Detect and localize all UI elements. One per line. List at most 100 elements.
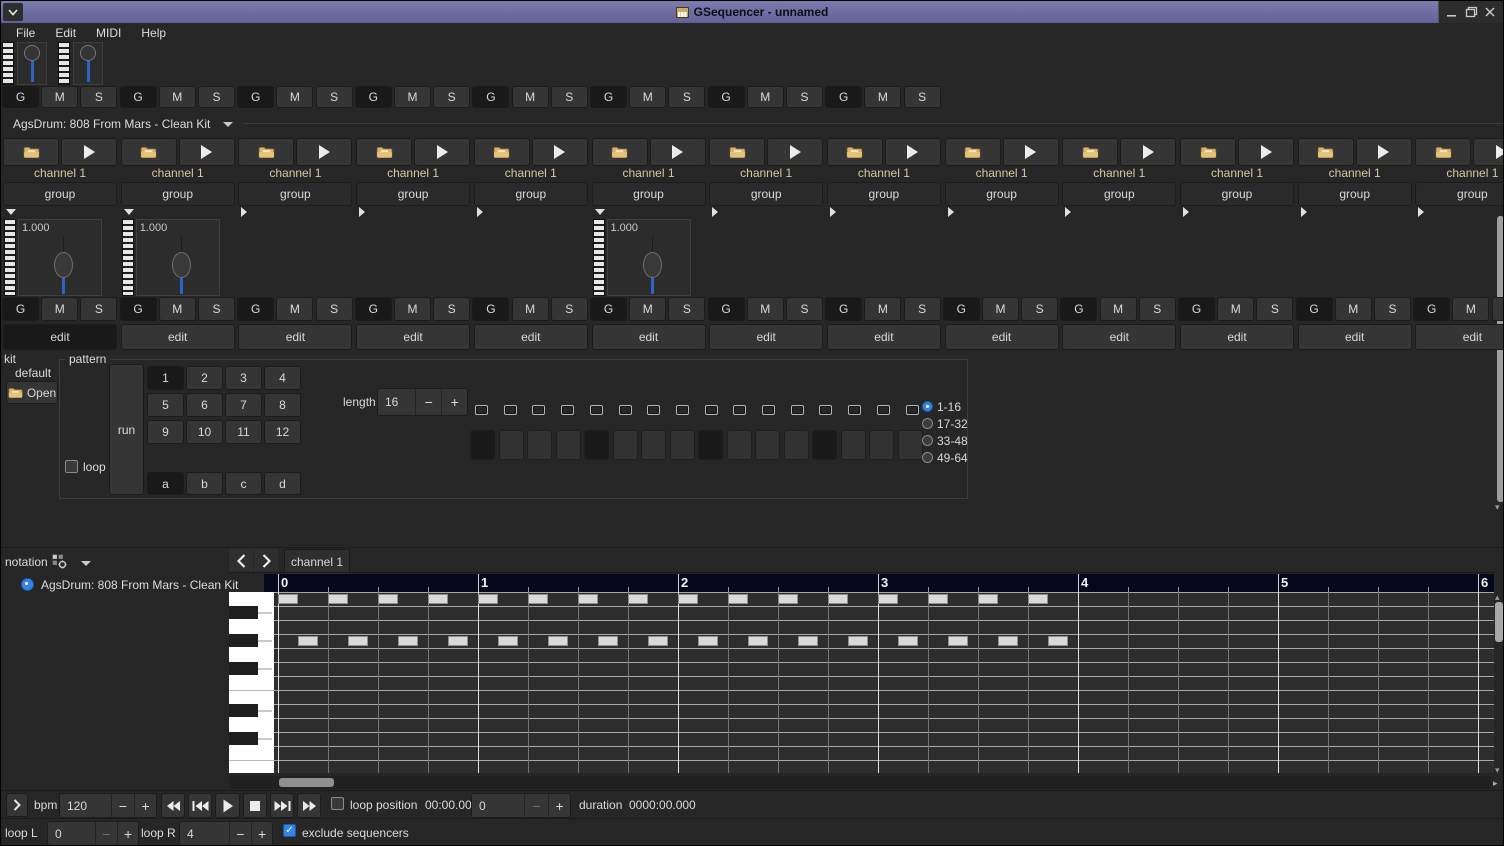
note[interactable] bbox=[648, 636, 668, 646]
loop-right-decrement-button[interactable]: − bbox=[229, 822, 252, 845]
bpm-spinbox: 120 − + bbox=[59, 793, 157, 818]
ruler-number: 6 bbox=[1481, 575, 1488, 590]
skip-start-icon bbox=[192, 800, 209, 812]
play-button[interactable] bbox=[215, 793, 240, 818]
ruler-number: 3 bbox=[881, 575, 888, 590]
loop-left-label: loop L bbox=[5, 826, 38, 840]
key-groove bbox=[258, 710, 272, 712]
note[interactable] bbox=[878, 594, 898, 604]
position-decrement-button[interactable]: − bbox=[524, 794, 548, 817]
note[interactable] bbox=[798, 636, 818, 646]
notation-machine-dropdown[interactable] bbox=[81, 561, 91, 566]
stop-button[interactable] bbox=[243, 793, 267, 818]
ruler-major-tick bbox=[278, 574, 279, 592]
notation-source-radio[interactable] bbox=[21, 578, 34, 591]
loop-left-value[interactable]: 0 bbox=[48, 822, 95, 845]
loop-left-increment-button[interactable]: + bbox=[117, 822, 138, 845]
chevron-left-icon bbox=[237, 554, 246, 568]
loop-left-decrement-button[interactable]: − bbox=[95, 822, 118, 845]
previous-button[interactable] bbox=[188, 793, 212, 818]
notation-ruler: 0123456 bbox=[264, 574, 1494, 592]
exclude-sequencers-label: exclude sequencers bbox=[302, 826, 409, 840]
note[interactable] bbox=[778, 594, 798, 604]
machine-selector-icon[interactable] bbox=[51, 553, 68, 570]
note[interactable] bbox=[428, 594, 448, 604]
tab-channel-1[interactable]: channel 1 bbox=[284, 549, 350, 574]
position-label: position bbox=[376, 798, 417, 812]
scroll-right-icon[interactable]: ▸ bbox=[1493, 776, 1498, 790]
notation-vertical-scrollbar[interactable] bbox=[1495, 602, 1503, 642]
note[interactable] bbox=[498, 636, 518, 646]
chevron-right-icon bbox=[13, 799, 21, 811]
note[interactable] bbox=[328, 594, 348, 604]
note[interactable] bbox=[928, 594, 948, 604]
black-key bbox=[229, 606, 258, 619]
ruler-number: 1 bbox=[481, 575, 488, 590]
note[interactable] bbox=[698, 636, 718, 646]
note[interactable] bbox=[1028, 594, 1048, 604]
note[interactable] bbox=[978, 594, 998, 604]
transport-expander-button[interactable] bbox=[6, 793, 28, 817]
bpm-increment-button[interactable]: + bbox=[134, 794, 156, 817]
loop-settings-bar: loop L 0 − + loop R 4 − + ✓ exclude sequ… bbox=[1, 818, 1504, 846]
note[interactable] bbox=[998, 636, 1018, 646]
note[interactable] bbox=[1048, 636, 1068, 646]
exclude-sequencers-checkbox[interactable]: ✓ bbox=[283, 824, 296, 837]
piano-keys bbox=[229, 592, 274, 773]
play-icon bbox=[222, 799, 234, 813]
note[interactable] bbox=[548, 636, 568, 646]
note[interactable] bbox=[398, 636, 418, 646]
note[interactable] bbox=[348, 636, 368, 646]
tab-next-button[interactable] bbox=[254, 549, 278, 573]
note[interactable] bbox=[478, 594, 498, 604]
white-key-divider bbox=[229, 690, 274, 691]
note[interactable] bbox=[848, 636, 868, 646]
position-increment-button[interactable]: + bbox=[548, 794, 570, 817]
bpm-value[interactable]: 120 bbox=[60, 794, 111, 817]
forward-icon bbox=[302, 800, 317, 812]
bpm-decrement-button[interactable]: − bbox=[111, 794, 135, 817]
note[interactable] bbox=[578, 594, 598, 604]
note[interactable] bbox=[748, 636, 768, 646]
duration-label: duration bbox=[579, 798, 622, 812]
note[interactable] bbox=[598, 636, 618, 646]
notation-horizontal-scrollbar[interactable] bbox=[229, 776, 1491, 789]
loop-right-value[interactable]: 4 bbox=[180, 822, 229, 845]
forward-button[interactable] bbox=[297, 793, 321, 818]
bpm-label: bpm bbox=[34, 798, 57, 812]
ruler-major-tick bbox=[1478, 574, 1479, 592]
key-groove bbox=[258, 668, 272, 670]
note[interactable] bbox=[448, 636, 468, 646]
note[interactable] bbox=[728, 594, 748, 604]
transport-loop-checkbox[interactable] bbox=[331, 797, 344, 810]
loop-right-increment-button[interactable]: + bbox=[251, 822, 272, 845]
loop-right-spinbox: 4 − + bbox=[179, 821, 273, 846]
black-key bbox=[229, 634, 258, 647]
note[interactable] bbox=[948, 636, 968, 646]
note[interactable] bbox=[828, 594, 848, 604]
key-groove bbox=[258, 612, 272, 614]
notation-pane: notation AgsDrum: 808 From Mars - Clean … bbox=[1, 1, 1503, 845]
note[interactable] bbox=[378, 594, 398, 604]
hscroll-thumb[interactable] bbox=[279, 778, 334, 787]
white-key-divider bbox=[229, 760, 274, 761]
note[interactable] bbox=[278, 594, 298, 604]
tab-prev-button[interactable] bbox=[229, 549, 253, 573]
note[interactable] bbox=[628, 594, 648, 604]
position-value[interactable]: 0 bbox=[472, 794, 524, 817]
ruler-major-tick bbox=[478, 574, 479, 592]
note[interactable] bbox=[298, 636, 318, 646]
note[interactable] bbox=[528, 594, 548, 604]
ruler-number: 5 bbox=[1281, 575, 1288, 590]
key-groove bbox=[258, 640, 272, 642]
note[interactable] bbox=[678, 594, 698, 604]
gsequencer-window: GSequencer - unnamed FileEditMIDIHelp Ag… bbox=[0, 0, 1504, 846]
black-key bbox=[229, 704, 258, 717]
ruler-major-tick bbox=[1078, 574, 1079, 592]
notation-grid[interactable] bbox=[274, 592, 1494, 773]
scroll-down-icon[interactable]: ▾ bbox=[1495, 763, 1500, 777]
next-button[interactable] bbox=[270, 793, 294, 818]
note[interactable] bbox=[898, 636, 918, 646]
backward-button[interactable] bbox=[161, 793, 185, 818]
ruler-major-tick bbox=[878, 574, 879, 592]
